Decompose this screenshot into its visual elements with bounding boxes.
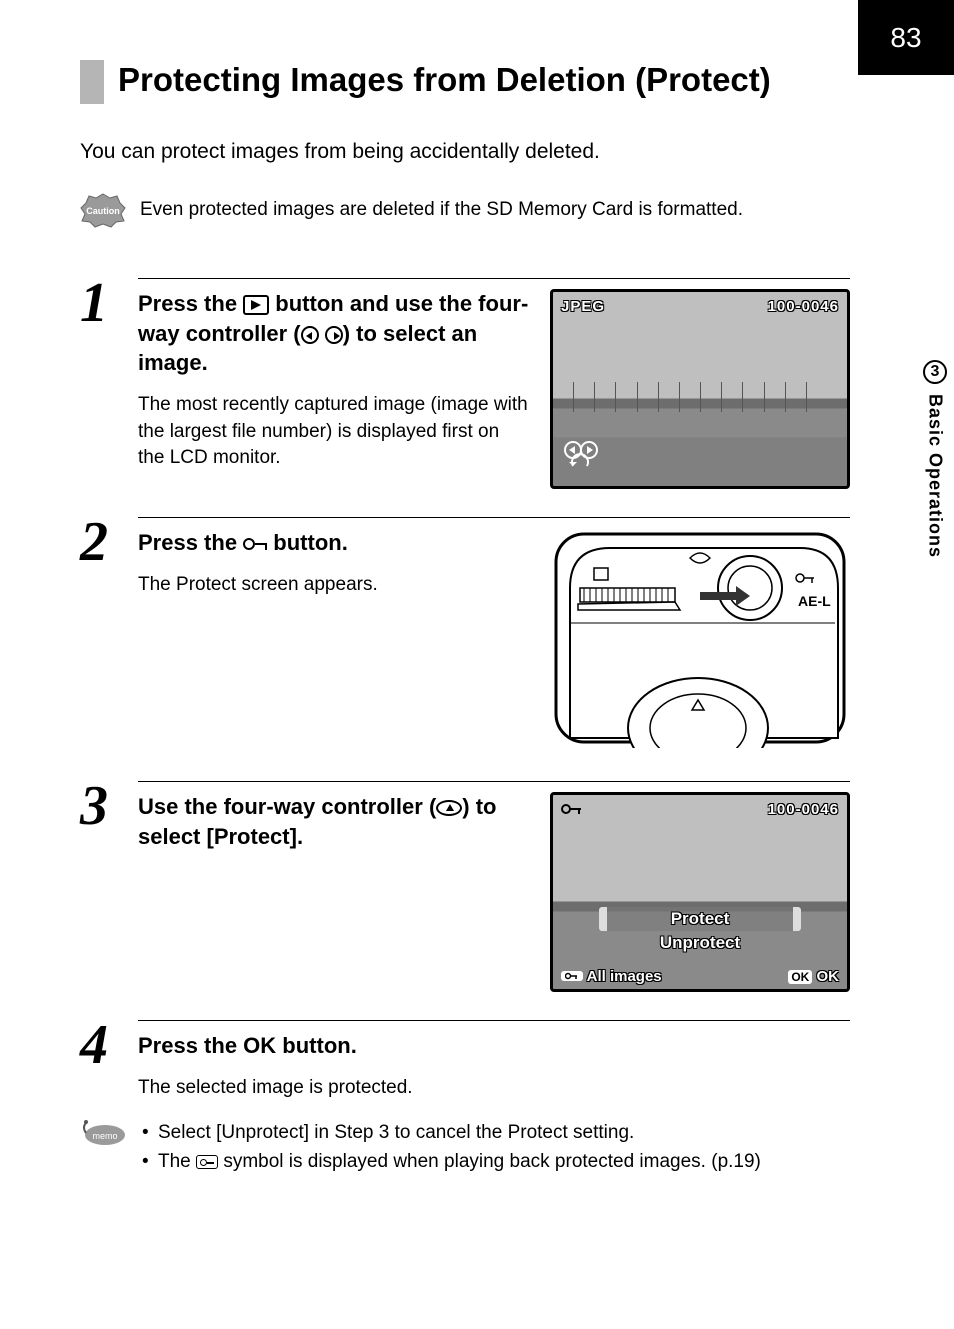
step-head-text: button. [282, 1033, 357, 1058]
up-arrow-icon [436, 800, 462, 816]
memo-note: memo Select [Unprotect] in Step 3 to can… [80, 1119, 850, 1176]
lcd-scenery [573, 382, 827, 412]
lcd-folder-label: 100-0046 [768, 298, 839, 315]
step-head-text: Press the [138, 291, 243, 316]
step-description: The selected image is protected. [138, 1075, 850, 1102]
caution-icon: Caution [80, 192, 126, 228]
step-head-text: button. [273, 530, 348, 555]
protected-symbol-icon [196, 1155, 218, 1169]
caution-label: Caution [86, 206, 120, 216]
memo-label: memo [92, 1131, 117, 1141]
footer-ok: OK [817, 968, 840, 985]
step-head-text: Press the [138, 1033, 243, 1058]
lcd-protect-icon [561, 801, 583, 821]
footer-all-images: All images [587, 968, 662, 985]
memo-item: The symbol is displayed when playing bac… [140, 1148, 761, 1177]
step-3: 3 Use the four-way controller () to sele… [80, 781, 850, 992]
lcd-preview-2: 100-0046 Protect Unprotect All images [550, 792, 850, 992]
step-heading: Press the button. [138, 528, 530, 558]
step-head-text: Use the four-way controller ( [138, 794, 436, 819]
left-arrow-icon [301, 326, 319, 344]
ae-l-label: AE-L [798, 593, 831, 609]
step-number: 3 [80, 781, 138, 992]
intro-text: You can protect images from being accide… [80, 140, 850, 164]
memo-text: symbol is displayed when playing back pr… [223, 1151, 761, 1172]
lcd-format-label: JPEG [561, 298, 605, 315]
step-number: 2 [80, 517, 138, 753]
lcd-nav-icons [563, 440, 603, 476]
memo-text: The [158, 1151, 196, 1172]
step-head-text: Press the [138, 530, 243, 555]
caution-note: Caution Even protected images are delete… [80, 192, 850, 228]
ok-icon: OK [243, 1033, 276, 1058]
step-4: 4 Press the OK button. The selected imag… [80, 1020, 850, 1176]
protect-badge-icon [561, 971, 583, 981]
lcd-preview-1: JPEG 100-0046 [550, 289, 850, 489]
page-number: 83 [858, 0, 954, 75]
step-description: The most recently captured image (image … [138, 392, 530, 472]
lcd-folder-label: 100-0046 [768, 801, 839, 821]
section-title: Protecting Images from Deletion (Protect… [118, 60, 771, 100]
menu-item-unprotect: Unprotect [553, 931, 847, 955]
section-title-row: Protecting Images from Deletion (Protect… [80, 60, 850, 104]
lcd-footer: All images OK OK [561, 968, 839, 985]
chapter-title: Basic Operations [925, 394, 946, 558]
title-accent-bar [80, 60, 104, 104]
side-tab: 3 Basic Operations [916, 360, 954, 595]
step-number: 1 [80, 278, 138, 489]
lcd-menu: Protect Unprotect [553, 907, 847, 955]
ok-badge: OK [788, 970, 812, 984]
playback-icon [243, 295, 269, 315]
memo-icon: memo [80, 1119, 126, 1147]
protect-key-icon [243, 538, 267, 550]
step-heading: Use the four-way controller () to select… [138, 792, 530, 851]
right-arrow-icon [325, 326, 343, 344]
memo-list: Select [Unprotect] in Step 3 to cancel t… [140, 1119, 761, 1176]
step-description: The Protect screen appears. [138, 572, 530, 599]
menu-item-protect: Protect [603, 907, 797, 931]
page-content: Protecting Images from Deletion (Protect… [80, 60, 850, 1204]
step-heading: Press the OK button. [138, 1031, 850, 1061]
caution-text: Even protected images are deleted if the… [140, 199, 743, 221]
step-2: 2 Press the button. The Protect screen a… [80, 517, 850, 753]
step-heading: Press the button and use the four-way co… [138, 289, 530, 378]
step-1: 1 Press the button and use the four-way … [80, 278, 850, 489]
memo-item: Select [Unprotect] in Step 3 to cancel t… [140, 1119, 761, 1148]
chapter-number: 3 [923, 360, 947, 384]
camera-diagram: AE-L [550, 528, 850, 748]
